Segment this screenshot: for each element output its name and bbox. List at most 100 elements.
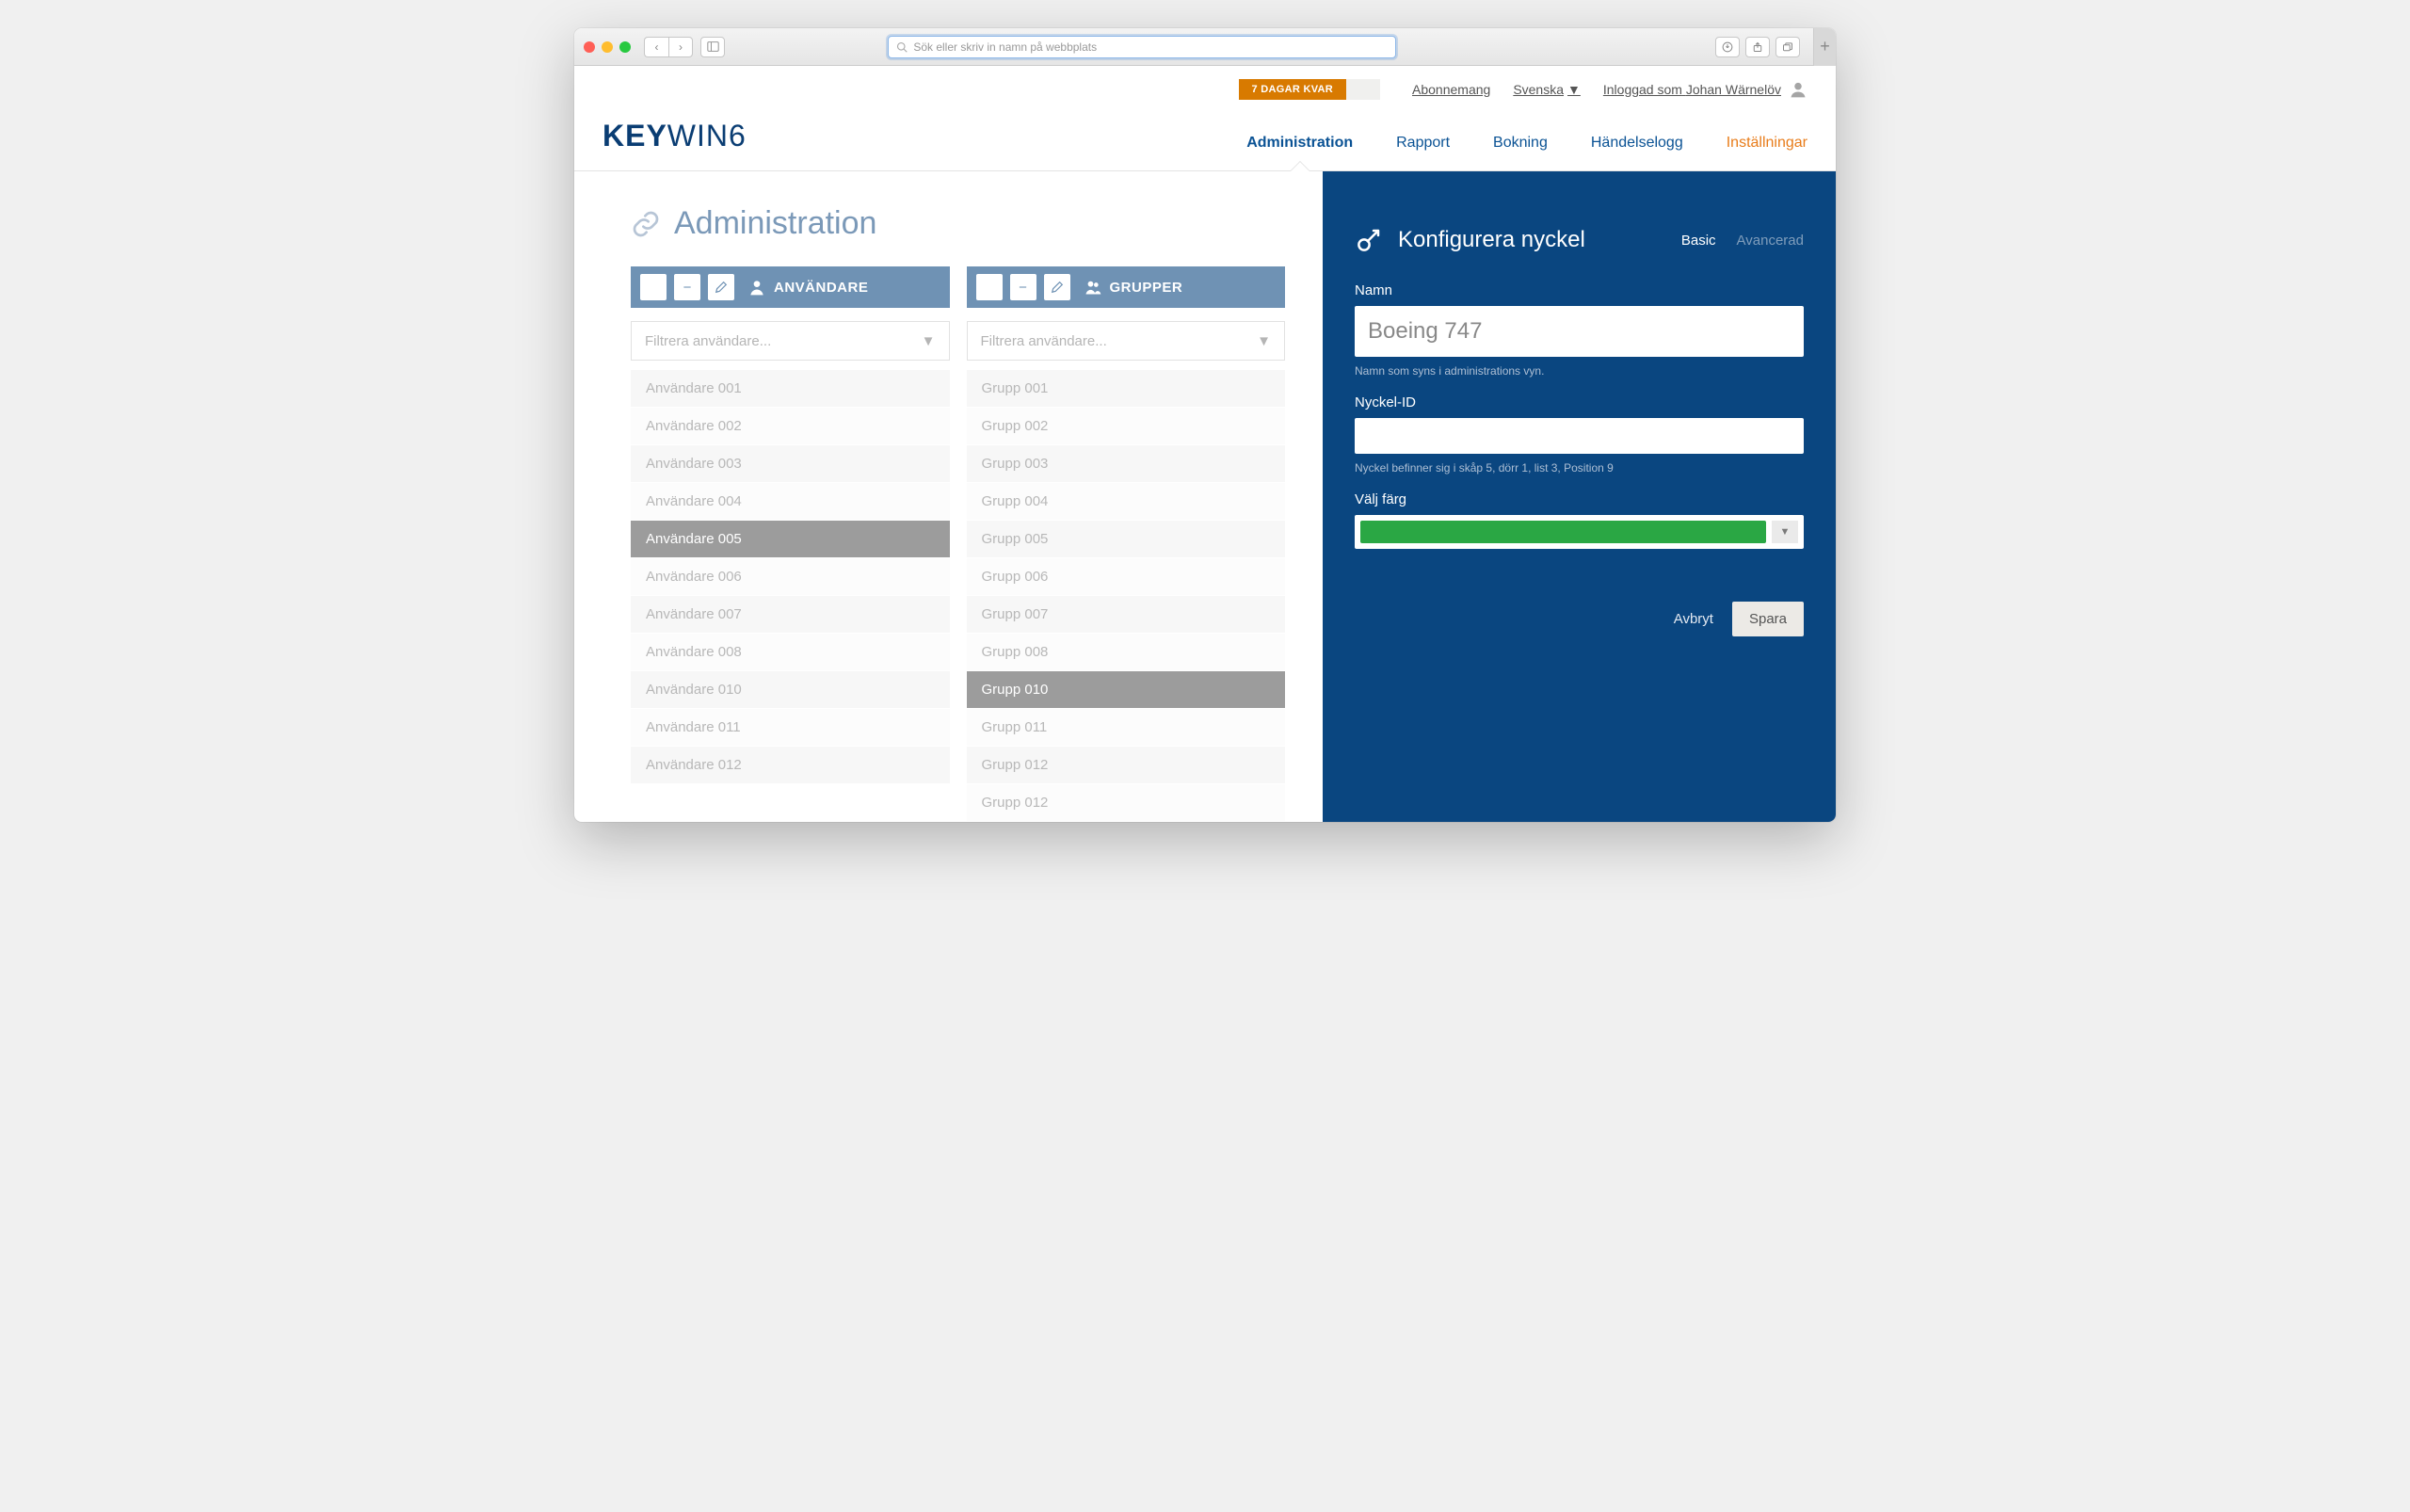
name-label: Namn [1355,282,1804,298]
list-item[interactable]: Grupp 008 [967,634,1286,671]
language-label: Svenska [1513,82,1564,97]
groups-list: Grupp 001Grupp 002Grupp 003Grupp 004Grup… [967,370,1286,822]
share-button[interactable] [1745,37,1770,57]
key-icon [1355,226,1383,254]
list-item[interactable]: Användare 011 [631,709,950,747]
address-placeholder: Sök eller skriv in namn på webbplats [913,40,1097,54]
add-user-button[interactable] [640,274,667,300]
panel-header: Konfigurera nyckel Basic Avancerad [1355,226,1804,254]
filter-users[interactable]: Filtrera användare... ▼ [631,321,950,361]
add-group-button[interactable] [976,274,1003,300]
panel-actions: Avbryt Spara [1355,602,1804,636]
name-input[interactable] [1355,306,1804,357]
page-title-text: Administration [674,205,876,242]
user-name: Johan Wärnelöv [1686,82,1781,97]
tabs-button[interactable] [1775,37,1800,57]
trial-progress: 7 DAGAR KVAR [1239,79,1381,100]
zoom-window-icon[interactable] [619,41,631,53]
main-pane: Administration − ANVÄNDARE [574,171,1323,822]
list-item[interactable]: Grupp 007 [967,596,1286,634]
cancel-button[interactable]: Avbryt [1674,611,1713,627]
minimize-window-icon[interactable] [602,41,613,53]
list-item[interactable]: Grupp 012 [967,747,1286,784]
nav-items: Administration Rapport Bokning Händelsel… [1246,135,1808,170]
share-icon [1752,41,1763,53]
group-icon [1084,278,1102,297]
list-item[interactable]: Användare 005 [631,521,950,558]
language-selector[interactable]: Svenska ▼ [1513,82,1581,97]
tab-basic[interactable]: Basic [1681,233,1716,249]
color-select[interactable]: ▼ [1355,515,1804,549]
page-title: Administration [631,205,1285,242]
list-item[interactable]: Grupp 006 [967,558,1286,596]
id-input[interactable] [1355,418,1804,454]
forward-button[interactable]: › [668,37,693,57]
list-item[interactable]: Användare 008 [631,634,950,671]
columns: − ANVÄNDARE Filtrera användare... ▼ A [631,266,1285,822]
pencil-icon [715,281,728,294]
sidebar-icon [707,40,719,53]
edit-user-button[interactable] [708,274,734,300]
tabs-icon [1782,41,1793,53]
nav-label: Administration [1246,135,1353,151]
main-nav: KEYWIN6 Administration Rapport Bokning H… [574,109,1836,171]
list-item[interactable]: Användare 003 [631,445,950,483]
tab-advanced[interactable]: Avancerad [1737,233,1804,249]
new-tab-button[interactable]: + [1813,28,1836,66]
filter-groups[interactable]: Filtrera användare... ▼ [967,321,1286,361]
trial-remaining-track [1346,79,1380,100]
chrome-right-controls [1715,37,1800,57]
chevron-down-icon: ▼ [1567,82,1581,97]
filter-groups-placeholder: Filtrera användare... [981,333,1107,349]
list-item[interactable]: Grupp 004 [967,483,1286,521]
chevron-down-icon: ▼ [1772,521,1798,543]
sidebar-toggle-button[interactable] [700,37,725,57]
content-area: Administration − ANVÄNDARE [574,171,1836,822]
nav-back-forward: ‹ › [644,37,693,57]
list-item[interactable]: Användare 004 [631,483,950,521]
list-item[interactable]: Grupp 005 [967,521,1286,558]
list-item[interactable]: Grupp 003 [967,445,1286,483]
address-bar[interactable]: Sök eller skriv in namn på webbplats [888,36,1396,58]
nav-administration[interactable]: Administration [1246,135,1353,170]
logo-bold: KEY [602,119,667,153]
column-groups: − GRUPPER Filtrera användare... ▼ Gru [967,266,1286,822]
current-user[interactable]: Inloggad som Johan Wärnelöv [1603,80,1808,99]
save-button[interactable]: Spara [1732,602,1804,636]
list-item[interactable]: Användare 007 [631,596,950,634]
panel-title: Konfigurera nyckel [1355,226,1585,254]
list-item[interactable]: Grupp 011 [967,709,1286,747]
nav-installningar[interactable]: Inställningar [1727,135,1808,170]
close-window-icon[interactable] [584,41,595,53]
list-item[interactable]: Grupp 012 [967,784,1286,822]
list-item[interactable]: Grupp 002 [967,408,1286,445]
nav-handelselogg[interactable]: Händelselogg [1591,135,1683,170]
column-users-header: − ANVÄNDARE [631,266,950,308]
nav-bokning[interactable]: Bokning [1493,135,1548,170]
top-bar: 7 DAGAR KVAR Abonnemang Svenska ▼ Inlogg… [574,66,1836,109]
column-groups-label-wrap: GRUPPER [1084,278,1183,297]
column-groups-header: − GRUPPER [967,266,1286,308]
list-item[interactable]: Användare 012 [631,747,950,784]
downloads-button[interactable] [1715,37,1740,57]
search-icon [896,41,908,53]
config-panel: Konfigurera nyckel Basic Avancerad Namn … [1323,171,1836,822]
subscription-link[interactable]: Abonnemang [1412,82,1490,97]
browser-chrome: ‹ › Sök eller skriv in namn på webbplats… [574,28,1836,66]
edit-group-button[interactable] [1044,274,1070,300]
list-item[interactable]: Användare 002 [631,408,950,445]
logo-light: WIN6 [667,119,747,153]
nav-rapport[interactable]: Rapport [1396,135,1450,170]
column-users-label-wrap: ANVÄNDARE [747,278,868,297]
remove-user-button[interactable]: − [674,274,700,300]
back-button[interactable]: ‹ [644,37,668,57]
remove-group-button[interactable]: − [1010,274,1036,300]
link-icon [631,209,661,239]
list-item[interactable]: Grupp 001 [967,370,1286,408]
list-item[interactable]: Grupp 010 [967,671,1286,709]
list-item[interactable]: Användare 001 [631,370,950,408]
list-item[interactable]: Användare 006 [631,558,950,596]
column-users-label: ANVÄNDARE [774,280,868,296]
list-item[interactable]: Användare 010 [631,671,950,709]
user-icon [747,278,766,297]
